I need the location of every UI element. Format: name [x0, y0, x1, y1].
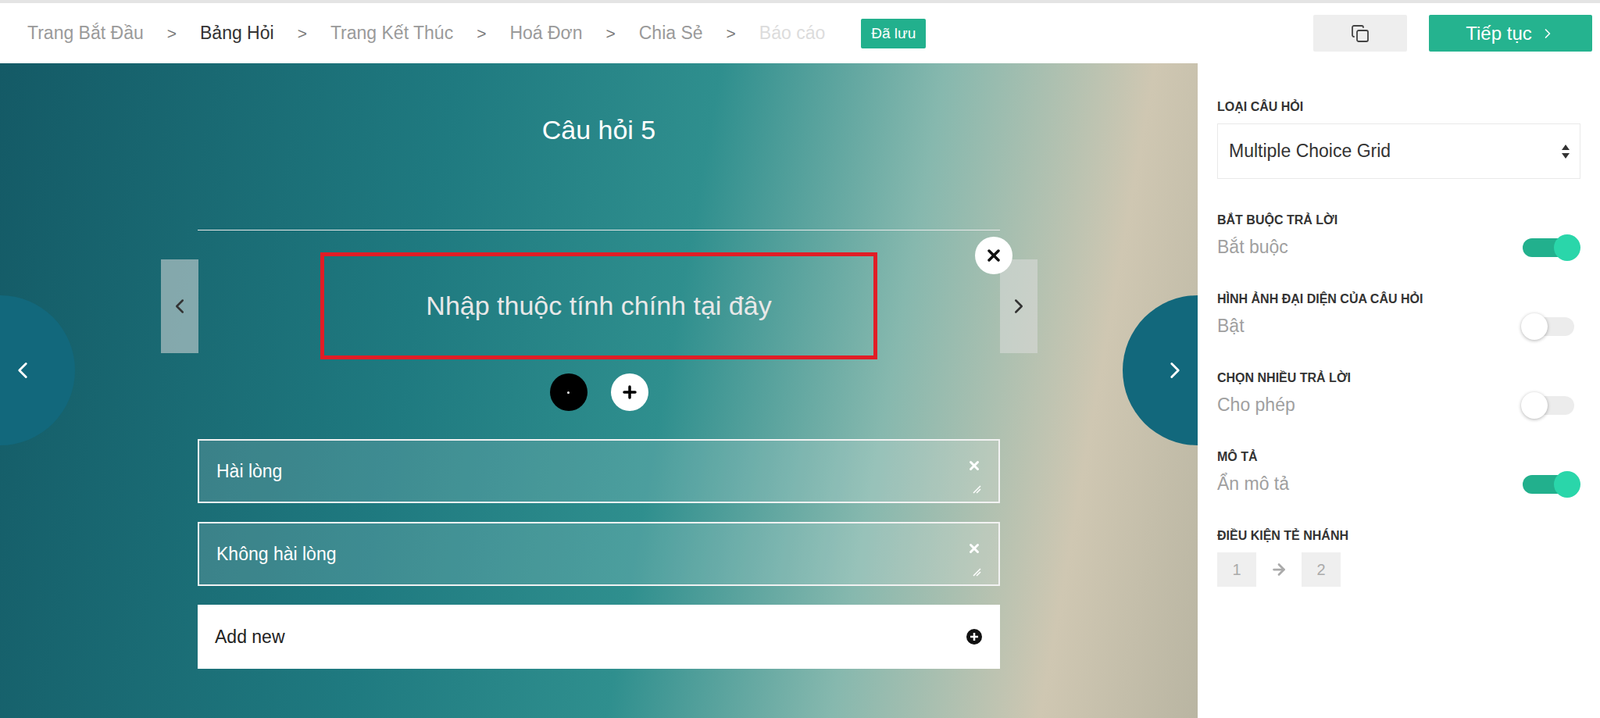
question-title[interactable]: Câu hỏi 5: [526, 111, 672, 148]
options-list: Hài lòng Không hài lòng Add new: [197, 439, 1000, 669]
close-icon: [967, 458, 982, 473]
select-arrows-icon: [1560, 142, 1571, 161]
chevron-right-icon: [1539, 25, 1556, 42]
breadcrumb-item[interactable]: Trang Kết Thúc: [330, 22, 454, 44]
question-type-select[interactable]: Multiple Choice Grid: [1217, 123, 1581, 179]
option-row[interactable]: Không hài lòng: [197, 521, 1000, 586]
close-icon: [967, 541, 982, 556]
resize-icon[interactable]: [971, 484, 982, 494]
top-bar: Trang Bắt Đầu > Bảng Hỏi > Trang Kết Thúc > Ho…: [0, 3, 1600, 64]
toggle-switch[interactable]: [1522, 396, 1575, 415]
add-new-text: Add new: [214, 626, 966, 648]
attribute-row: Nhập thuộc tính chính tại đây: [160, 252, 1038, 360]
copy-icon: [1350, 24, 1370, 43]
section-label: ĐIỀU KIỆN TẺ NHÁNH: [1217, 528, 1581, 543]
resize-icon[interactable]: [971, 567, 982, 577]
next-attribute-button[interactable]: [1000, 259, 1038, 354]
branch-to[interactable]: 2: [1301, 552, 1341, 587]
remove-attribute-button[interactable]: [975, 236, 1013, 275]
section-label: CHỌN NHIỀU TRẢ LỜI: [1217, 371, 1581, 386]
toggle-row: Cho phép: [1217, 394, 1581, 416]
toggle-row: Ẩn mô tả: [1217, 473, 1581, 495]
breadcrumb-separator: >: [726, 24, 736, 43]
main: Câu hỏi 5 Nhập thuộc tính chính tại đây Hà…: [0, 63, 1600, 718]
breadcrumb-separator: >: [297, 24, 308, 43]
continue-button[interactable]: Tiếp tục: [1428, 14, 1593, 52]
option-row[interactable]: Hài lòng: [197, 439, 1000, 504]
toggle-row: Bắt buộc: [1217, 236, 1581, 258]
saved-badge: Đã lưu: [860, 18, 926, 49]
settings-panel: LOẠI CÂU HỎI Multiple Choice Grid BẮT BUỘC…: [1197, 63, 1600, 718]
section-label: HÌNH ẢNH ĐẠI DIỆN CỦA CÂU HỎI: [1217, 292, 1581, 307]
option-text[interactable]: Không hài lòng: [216, 543, 968, 565]
section-label: LOẠI CÂU HỎI: [1217, 100, 1581, 115]
toggle-text: Cho phép: [1217, 394, 1296, 416]
prev-attribute-button[interactable]: [160, 259, 199, 354]
question-type-section: LOẠI CÂU HỎI Multiple Choice Grid: [1217, 100, 1581, 179]
toggle-knob: [1521, 392, 1548, 419]
breadcrumb-separator: >: [476, 24, 486, 43]
dot-icon: [567, 391, 570, 394]
question-canvas: Câu hỏi 5 Nhập thuộc tính chính tại đây Hà…: [0, 63, 1198, 718]
copy-button[interactable]: [1313, 14, 1408, 52]
attribute-controls: [550, 373, 649, 411]
toggle-section: BẮT BUỘC TRẢ LỜI Bắt buộc: [1217, 213, 1581, 258]
breadcrumb-separator: >: [167, 24, 177, 43]
breadcrumb-separator: >: [605, 24, 615, 43]
chevron-left-icon: [167, 294, 192, 318]
add-new-option[interactable]: Add new: [197, 604, 1000, 669]
branching-row: 12: [1217, 552, 1581, 587]
toggle-knob: [1521, 313, 1548, 340]
chevron-left-icon: [9, 357, 36, 384]
breadcrumb-item[interactable]: Hoá Đơn: [509, 22, 583, 44]
breadcrumb-item: Báo cáo: [759, 22, 825, 44]
toggle-switch[interactable]: [1522, 238, 1575, 258]
section-label: MÔ TẢ: [1217, 450, 1581, 465]
remove-option-button[interactable]: [967, 458, 982, 473]
breadcrumb-item[interactable]: Chia Sẻ: [639, 22, 704, 44]
remove-option-button[interactable]: [967, 541, 982, 556]
toggle-section: MÔ TẢ Ẩn mô tả: [1217, 450, 1581, 495]
toggle-row: Bật: [1217, 315, 1581, 337]
toggle-text: Ẩn mô tả: [1217, 473, 1290, 495]
branching-section: ĐIỀU KIỆN TẺ NHÁNH12: [1217, 528, 1581, 587]
breadcrumbs: Trang Bắt Đầu > Bảng Hỏi > Trang Kết Thúc > Ho…: [27, 22, 825, 44]
breadcrumb-item[interactable]: Bảng Hỏi: [200, 22, 275, 44]
add-attribute-button[interactable]: [610, 373, 649, 411]
toggle-switch[interactable]: [1522, 317, 1575, 336]
section-label: BẮT BUỘC TRẢ LỜI: [1217, 213, 1581, 228]
breadcrumb-item[interactable]: Trang Bắt Đầu: [27, 22, 144, 44]
toggle-knob: [1553, 234, 1581, 261]
attribute-input[interactable]: Nhập thuộc tính chính tại đây: [320, 252, 878, 360]
close-icon: [984, 246, 1004, 265]
toggle-knob: [1553, 471, 1581, 498]
toggle-switch[interactable]: [1522, 475, 1575, 494]
arrow-right-icon: [1270, 560, 1288, 579]
chevron-right-icon: [1161, 357, 1189, 384]
plus-circle-icon: [965, 628, 983, 646]
option-text[interactable]: Hài lòng: [216, 460, 968, 483]
prev-question-button[interactable]: [0, 295, 75, 446]
attribute-dot-button[interactable]: [550, 373, 588, 411]
divider: [197, 229, 1000, 231]
toggle-section: CHỌN NHIỀU TRẢ LỜI Cho phép: [1217, 371, 1581, 416]
toggle-text: Bắt buộc: [1217, 236, 1289, 258]
page: Trang Bắt Đầu > Bảng Hỏi > Trang Kết Thúc > Ho…: [0, 0, 1600, 718]
toggle-text: Bật: [1217, 315, 1245, 337]
branch-from[interactable]: 1: [1217, 552, 1257, 587]
toggle-section: HÌNH ẢNH ĐẠI DIỆN CỦA CÂU HỎI Bật: [1217, 292, 1581, 337]
plus-icon: [620, 382, 640, 402]
next-question-button[interactable]: [1122, 295, 1198, 446]
chevron-right-icon: [1007, 294, 1031, 318]
